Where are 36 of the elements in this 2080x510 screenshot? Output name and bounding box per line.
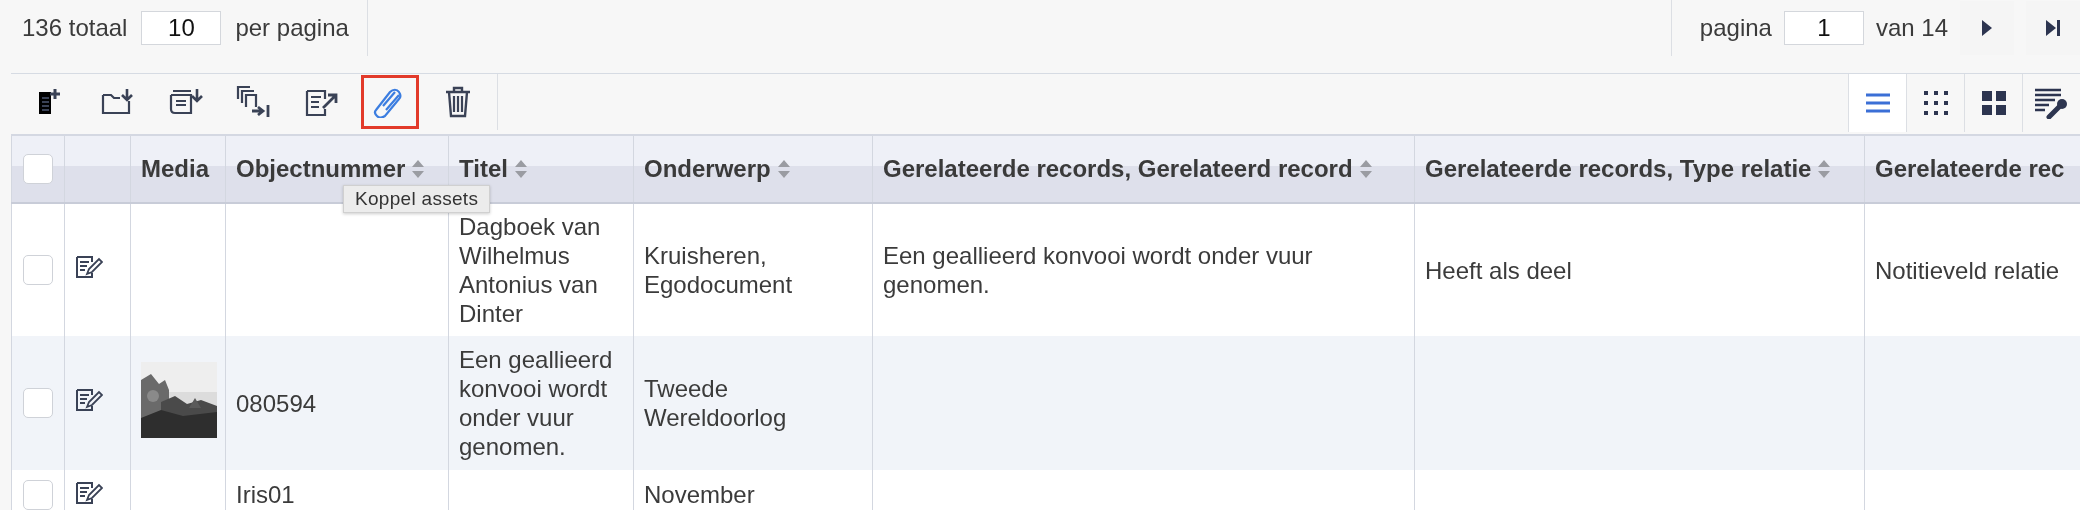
large-grid-icon	[1981, 91, 2006, 115]
table-cell: Heeft als deel	[1425, 256, 1572, 284]
table-cell: Iris01	[236, 481, 295, 508]
table-cell: Een geallieerd konvooi wordt onder vuur genomen.	[459, 346, 613, 460]
table-cell: November	[644, 481, 755, 508]
row-checkbox[interactable]	[23, 480, 53, 510]
select-all-checkbox[interactable]	[23, 154, 53, 184]
total-count: 136 totaal	[22, 14, 128, 42]
per-page-field[interactable]: 10	[141, 11, 222, 45]
tooltip: Koppel assets	[343, 185, 491, 213]
edit-record-icon[interactable]	[75, 387, 103, 413]
row-checkbox[interactable]	[23, 255, 53, 285]
edit-record-icon[interactable]	[75, 480, 103, 506]
table-cell: Dagboek van Wilhelmus Antonius van Dinter	[459, 213, 601, 327]
table-cell: Notitieveld relatie	[1875, 256, 2060, 284]
list-view-icon	[1865, 92, 1890, 114]
table-cell: Een geallieerd konvooi wordt onder vuur genomen.	[883, 242, 1313, 298]
table-cell: 080594	[236, 389, 317, 417]
copy-icon	[236, 85, 272, 119]
table-cell: Tweede Wereldoorlog	[644, 375, 787, 431]
next-icon	[1981, 19, 1993, 37]
column-settings-icon	[2034, 87, 2069, 119]
page-label: pagina	[1699, 14, 1772, 42]
row-checkbox[interactable]	[23, 388, 53, 418]
table-cell: Kruisheren, Egodocument	[644, 242, 793, 298]
small-grid-icon	[1923, 91, 1948, 115]
list-view-button[interactable]	[1848, 74, 1906, 132]
page-count: van 14	[1875, 14, 1948, 42]
last-page-icon	[2045, 19, 2061, 37]
edit-record-icon[interactable]	[75, 254, 103, 280]
page-field[interactable]: 1	[1783, 11, 1864, 45]
column-header[interactable]: Titel	[459, 155, 508, 183]
link-tool-button[interactable]	[361, 75, 419, 129]
folder-download-icon	[100, 87, 136, 117]
per-page-label: per pagina	[235, 14, 349, 42]
trash-icon	[443, 85, 473, 119]
